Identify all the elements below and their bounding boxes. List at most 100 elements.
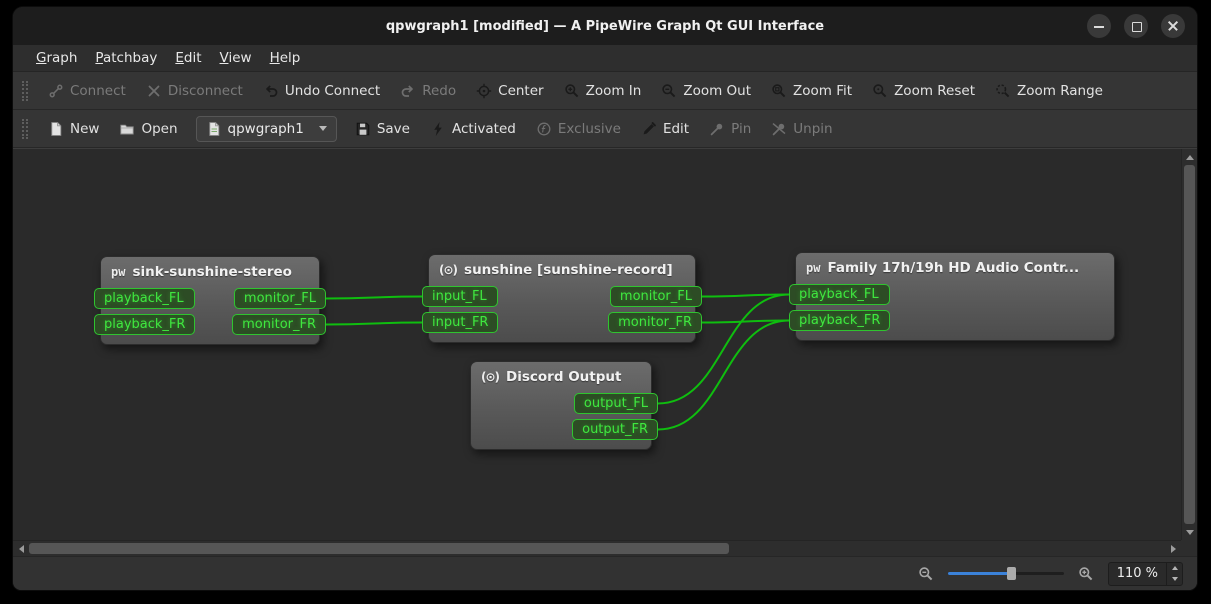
output-ports: monitor_FLmonitor_FR bbox=[608, 286, 695, 333]
exclusive-icon bbox=[536, 121, 552, 137]
toolbar-handle[interactable] bbox=[22, 81, 28, 101]
input-ports: playback_FLplayback_FR bbox=[796, 284, 890, 331]
port-sink-sunshine-stereo-playback_FR[interactable]: playback_FR bbox=[94, 314, 195, 335]
close-button[interactable] bbox=[1161, 14, 1185, 38]
activated-label: Activated bbox=[452, 121, 516, 137]
graph-canvas[interactable]: sink-sunshine-stereoplayback_FLplayback_… bbox=[13, 149, 1181, 540]
zoom-in-icon bbox=[564, 83, 580, 99]
horizontal-scrollbar-thumb[interactable] bbox=[29, 543, 729, 554]
port-discord-output-output_FR[interactable]: output_FR bbox=[572, 419, 658, 440]
minimize-button[interactable] bbox=[1087, 14, 1111, 38]
zoom-slider[interactable] bbox=[948, 565, 1064, 582]
menu-help[interactable]: Help bbox=[261, 46, 310, 70]
app-window: qpwgraph1 [modified] — A PipeWire Graph … bbox=[13, 7, 1197, 590]
zoom-fit-button[interactable]: Zoom Fit bbox=[762, 78, 861, 104]
zoom-spin-arrows bbox=[1166, 563, 1182, 585]
unpin-button[interactable]: Unpin bbox=[762, 116, 841, 142]
redo-button[interactable]: Redo bbox=[391, 78, 465, 104]
vertical-scrollbar-thumb[interactable] bbox=[1184, 165, 1195, 524]
zoom-fit-icon bbox=[771, 83, 787, 99]
new-button[interactable]: New bbox=[39, 116, 108, 142]
menu-patchbay[interactable]: Patchbay bbox=[86, 46, 166, 70]
output-ports: output_FLoutput_FR bbox=[572, 393, 651, 440]
zoom-reset-button[interactable]: Zoom Reset bbox=[863, 78, 984, 104]
zoom-in-label: Zoom In bbox=[586, 83, 642, 99]
unpin-label: Unpin bbox=[793, 121, 832, 137]
wire-sink-sunshine-stereo.monitor_FL-to-sunshine.input_FL[interactable] bbox=[326, 297, 422, 299]
save-button[interactable]: Save bbox=[346, 116, 419, 142]
pencil-icon bbox=[641, 121, 657, 137]
port-sink-sunshine-stereo-monitor_FL[interactable]: monitor_FL bbox=[234, 288, 326, 309]
exclusive-label: Exclusive bbox=[558, 121, 621, 137]
zoom-out-icon[interactable] bbox=[918, 566, 934, 582]
pin-button[interactable]: Pin bbox=[700, 116, 760, 142]
zoom-in-icon[interactable] bbox=[1078, 566, 1094, 582]
port-sink-sunshine-stereo-playback_FL[interactable]: playback_FL bbox=[94, 288, 195, 309]
wire-sink-sunshine-stereo.monitor_FR-to-sunshine.input_FR[interactable] bbox=[326, 323, 422, 325]
node-header: Family 17h/19h HD Audio Contr... bbox=[796, 253, 1114, 281]
scroll-right-icon[interactable] bbox=[1165, 541, 1181, 557]
toolbar-handle[interactable] bbox=[22, 119, 28, 139]
graph-node-discord-output[interactable]: Discord Output output_FLoutput_FR bbox=[470, 361, 652, 450]
undo-connect-button[interactable]: Undo Connect bbox=[254, 78, 389, 104]
node-title: Discord Output bbox=[506, 369, 621, 385]
menu-graph[interactable]: Graph bbox=[27, 46, 86, 70]
lightning-icon bbox=[430, 121, 446, 137]
graph-node-sink-sunshine-stereo[interactable]: sink-sunshine-stereoplayback_FLplayback_… bbox=[100, 256, 320, 345]
center-label: Center bbox=[498, 83, 543, 99]
graph-node-sunshine[interactable]: sunshine [sunshine-record]input_FLinput_… bbox=[428, 254, 696, 343]
input-ports: playback_FLplayback_FR bbox=[101, 288, 195, 335]
wire-sunshine.monitor_FR-to-family-audio.playback_FR[interactable] bbox=[702, 321, 789, 323]
activated-button[interactable]: Activated bbox=[421, 116, 525, 142]
center-button[interactable]: Center bbox=[467, 78, 552, 104]
unpin-icon bbox=[771, 121, 787, 137]
save-icon bbox=[355, 121, 371, 137]
wire-sunshine.monitor_FL-to-family-audio.playback_FL[interactable] bbox=[702, 295, 789, 297]
toolbar-patchbay: New Open qpwgraph1 Save Activated Exclus… bbox=[13, 110, 1197, 148]
port-discord-output-output_FL[interactable]: output_FL bbox=[574, 393, 658, 414]
node-title: sunshine [sunshine-record] bbox=[464, 262, 673, 278]
disconnect-button[interactable]: Disconnect bbox=[137, 78, 252, 104]
spin-down-icon[interactable] bbox=[1167, 574, 1182, 585]
node-ports: playback_FLplayback_FRmonitor_FLmonitor_… bbox=[101, 285, 319, 344]
patchbay-combobox[interactable]: qpwgraph1 bbox=[196, 116, 337, 142]
new-document-icon bbox=[48, 121, 64, 137]
scroll-left-icon[interactable] bbox=[13, 541, 29, 557]
graph-node-family-audio[interactable]: Family 17h/19h HD Audio Contr... playback… bbox=[795, 252, 1115, 341]
port-sunshine-input_FL[interactable]: input_FL bbox=[422, 286, 498, 307]
window-title: qpwgraph1 [modified] — A PipeWire Graph … bbox=[386, 19, 824, 34]
open-button[interactable]: Open bbox=[110, 116, 186, 142]
edit-button[interactable]: Edit bbox=[632, 116, 698, 142]
zoom-out-label: Zoom Out bbox=[683, 83, 751, 99]
horizontal-scrollbar[interactable] bbox=[13, 540, 1181, 556]
zoom-in-button[interactable]: Zoom In bbox=[555, 78, 651, 104]
connect-button[interactable]: Connect bbox=[39, 78, 135, 104]
open-folder-icon bbox=[119, 121, 135, 137]
port-family-audio-playback_FR[interactable]: playback_FR bbox=[789, 310, 890, 331]
node-header: sunshine [sunshine-record] bbox=[429, 255, 695, 283]
maximize-button[interactable] bbox=[1124, 14, 1148, 38]
port-sunshine-monitor_FL[interactable]: monitor_FL bbox=[610, 286, 702, 307]
vertical-scrollbar[interactable] bbox=[1181, 149, 1197, 540]
scroll-up-icon[interactable] bbox=[1182, 149, 1197, 165]
chevron-down-icon bbox=[319, 126, 327, 131]
menu-view[interactable]: View bbox=[211, 46, 261, 70]
graph-canvas-area: sink-sunshine-stereoplayback_FLplayback_… bbox=[13, 148, 1197, 556]
scroll-down-icon[interactable] bbox=[1182, 524, 1197, 540]
zoom-slider-thumb[interactable] bbox=[1007, 567, 1016, 580]
edit-label: Edit bbox=[663, 121, 689, 137]
menu-edit[interactable]: Edit bbox=[166, 46, 210, 70]
port-family-audio-playback_FL[interactable]: playback_FL bbox=[789, 284, 890, 305]
zoom-value[interactable]: 110 % bbox=[1109, 563, 1166, 585]
zoom-range-button[interactable]: Zoom Range bbox=[986, 78, 1112, 104]
statusbar: 110 % bbox=[13, 556, 1197, 590]
spin-up-icon[interactable] bbox=[1167, 563, 1182, 574]
zoom-fit-label: Zoom Fit bbox=[793, 83, 852, 99]
zoom-spinbox[interactable]: 110 % bbox=[1108, 562, 1183, 586]
port-sink-sunshine-stereo-monitor_FR[interactable]: monitor_FR bbox=[232, 314, 326, 335]
zoom-out-button[interactable]: Zoom Out bbox=[652, 78, 760, 104]
port-sunshine-input_FR[interactable]: input_FR bbox=[422, 312, 498, 333]
exclusive-button[interactable]: Exclusive bbox=[527, 116, 630, 142]
titlebar[interactable]: qpwgraph1 [modified] — A PipeWire Graph … bbox=[13, 7, 1197, 45]
port-sunshine-monitor_FR[interactable]: monitor_FR bbox=[608, 312, 702, 333]
